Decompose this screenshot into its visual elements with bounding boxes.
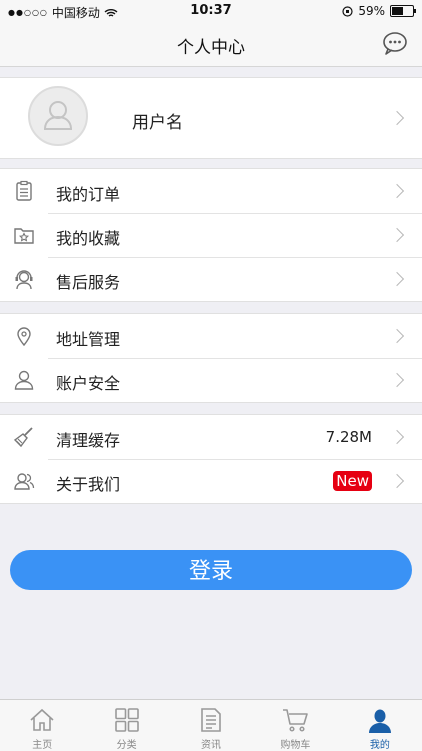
tab-label: 资讯 bbox=[201, 740, 222, 751]
chevron-right-icon bbox=[389, 372, 405, 388]
tab-label: 分类 bbox=[116, 740, 137, 751]
menu-item-label: 地址管理 bbox=[56, 330, 121, 349]
profile-row[interactable]: 用户名 bbox=[0, 77, 422, 159]
home-icon bbox=[30, 708, 54, 731]
menu-item-security[interactable]: 账户安全 bbox=[0, 358, 422, 402]
grid-icon bbox=[114, 708, 139, 732]
menu-item-label: 关于我们 bbox=[56, 475, 121, 494]
status-right: 59% bbox=[342, 4, 416, 18]
menu-item-label: 售后服务 bbox=[56, 273, 121, 292]
username: 用户名 bbox=[132, 113, 183, 133]
nav-bar: 个人中心 bbox=[0, 22, 422, 67]
orientation-lock-icon bbox=[342, 5, 353, 17]
battery-percent: 59% bbox=[358, 4, 385, 18]
tab-label: 我的 bbox=[369, 740, 390, 751]
location-pin-icon bbox=[17, 327, 31, 347]
broom-icon bbox=[13, 427, 33, 448]
menu-item-label: 清理缓存 bbox=[56, 431, 121, 450]
tab-home[interactable]: 主页 bbox=[0, 700, 84, 751]
tab-cart[interactable]: 购物车 bbox=[253, 700, 337, 751]
menu-item-clear-cache[interactable]: 清理缓存 7.28M bbox=[0, 415, 422, 459]
menu-item-orders[interactable]: 我的订单 bbox=[0, 169, 422, 213]
user-icon bbox=[14, 370, 34, 390]
chat-bubble-icon[interactable] bbox=[382, 31, 408, 55]
chevron-right-icon bbox=[389, 429, 405, 445]
chevron-right-icon bbox=[389, 473, 405, 489]
chevron-right-icon bbox=[389, 227, 405, 243]
chevron-right-icon bbox=[389, 183, 405, 199]
menu-item-label: 我的订单 bbox=[56, 185, 121, 204]
star-folder-icon bbox=[14, 228, 34, 244]
menu-group-account: 地址管理 账户安全 bbox=[0, 313, 422, 403]
clipboard-icon bbox=[16, 180, 32, 201]
cart-icon bbox=[283, 709, 309, 732]
tab-bar: 主页 分类 资讯 购物车 我的 bbox=[0, 699, 422, 751]
menu-item-label: 账户安全 bbox=[56, 374, 121, 393]
menu-item-label: 我的收藏 bbox=[56, 229, 121, 248]
chevron-right-icon bbox=[389, 110, 405, 126]
menu-group-misc: 清理缓存 7.28M 关于我们 New bbox=[0, 414, 422, 504]
tab-news[interactable]: 资讯 bbox=[169, 700, 253, 751]
tab-category[interactable]: 分类 bbox=[84, 700, 168, 751]
menu-item-after-sales[interactable]: 售后服务 bbox=[0, 257, 422, 301]
profile-icon bbox=[368, 709, 391, 733]
status-bar: ●●○○○ 中国移动 10:37 59% bbox=[0, 0, 422, 22]
menu-item-address[interactable]: 地址管理 bbox=[0, 314, 422, 358]
users-icon bbox=[14, 473, 35, 490]
chevron-right-icon bbox=[389, 328, 405, 344]
menu-item-about[interactable]: 关于我们 New bbox=[0, 459, 422, 503]
headset-icon bbox=[15, 270, 33, 290]
news-icon bbox=[201, 708, 221, 732]
default-avatar-icon[interactable] bbox=[28, 86, 88, 146]
new-badge: New bbox=[333, 471, 372, 491]
login-button[interactable]: 登录 bbox=[10, 550, 412, 590]
menu-item-favorites[interactable]: 我的收藏 bbox=[0, 213, 422, 257]
battery-icon bbox=[390, 5, 416, 17]
tab-label: 主页 bbox=[32, 740, 53, 751]
tab-profile[interactable]: 我的 bbox=[338, 700, 422, 751]
tab-label: 购物车 bbox=[280, 740, 311, 751]
page-title: 个人中心 bbox=[177, 38, 245, 58]
chevron-right-icon bbox=[389, 271, 405, 287]
menu-group-orders: 我的订单 我的收藏 售后服务 bbox=[0, 168, 422, 302]
cache-size: 7.28M bbox=[325, 428, 372, 446]
